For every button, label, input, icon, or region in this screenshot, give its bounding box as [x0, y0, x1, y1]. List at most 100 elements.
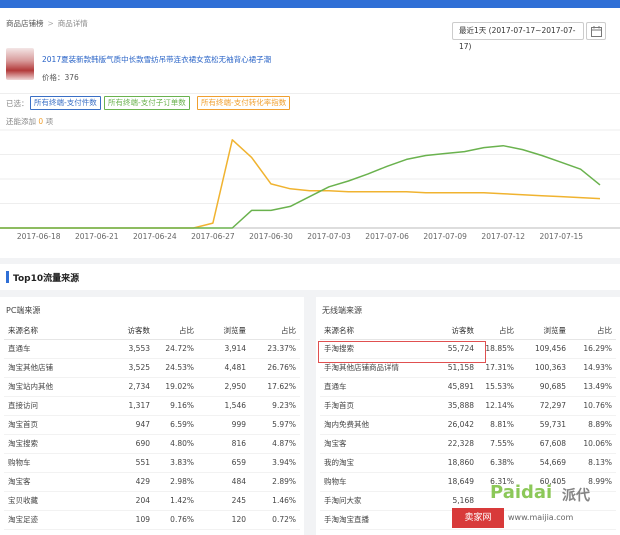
cell-source-name[interactable]: 淘宝首页 [4, 415, 104, 435]
cell-pageview-share: 10.06% [570, 434, 616, 454]
cell-pageviews: 659 [198, 453, 250, 473]
cell-visitors: 45,891 [430, 377, 478, 397]
cell-source-name[interactable]: 手淘淘宝直播 [320, 510, 430, 530]
cell-pageview-share: 3.94% [250, 453, 300, 473]
cell-pageview-share: 13.49% [570, 377, 616, 397]
mobile-panel-title: 无线端来源 [322, 306, 362, 315]
table-row[interactable]: 手淘首页 35,888 12.14% 72,297 10.76% [320, 396, 616, 416]
series-line-1[interactable] [0, 144, 601, 229]
pc-sources-table: 来源名称 访客数 占比 浏览量 占比 直通车 3,553 24.72% 3,914 23… [4, 323, 300, 530]
table-row[interactable]: 直通车 3,553 24.72% 3,914 23.37% [4, 339, 300, 359]
cell-pageview-share: 9.23% [250, 396, 300, 416]
col-visitors[interactable]: 访客数 [104, 323, 154, 340]
cell-visitors: 429 [104, 472, 154, 492]
table-row[interactable]: 直接访问 1,317 9.16% 1,546 9.23% [4, 396, 300, 416]
cell-pageview-share: 23.37% [250, 339, 300, 359]
metric-tag-pay-suborders[interactable]: 所有终端-支付子订单数 [104, 96, 190, 110]
col-visitor-share[interactable]: 占比 [154, 323, 198, 340]
cell-source-name[interactable]: 直接访问 [4, 396, 104, 416]
cell-visitor-share: 6.38% [478, 453, 518, 473]
cell-pageviews: 72,297 [518, 396, 570, 416]
product-thumbnail[interactable] [6, 48, 34, 80]
table-row[interactable]: 淘宝足迹 109 0.76% 120 0.72% [4, 510, 300, 530]
cell-source-name[interactable]: 淘宝客 [320, 434, 430, 454]
cell-visitor-share: 7.55% [478, 434, 518, 454]
cell-source-name[interactable]: 购物车 [320, 472, 430, 492]
col-pageview-share[interactable]: 占比 [570, 323, 616, 340]
cell-source-name[interactable]: 淘宝客 [4, 472, 104, 492]
metric-tag-pay-items[interactable]: 所有终端-支付件数 [30, 96, 101, 110]
table-row[interactable]: 淘宝搜索 690 4.80% 816 4.87% [4, 434, 300, 454]
cell-pageview-share: 14.93% [570, 358, 616, 378]
col-visitors[interactable]: 访客数 [430, 323, 478, 340]
table-row[interactable]: 我的淘宝 18,860 6.38% 54,669 8.13% [320, 453, 616, 473]
x-tick-label: 2017-06-21 [75, 232, 119, 241]
breadcrumb-root-link[interactable]: 商品店铺榜 [6, 19, 44, 28]
cell-source-name[interactable]: 手淘问大家 [320, 491, 430, 511]
cell-visitor-share: 15.53% [478, 377, 518, 397]
breadcrumb: 商品店铺榜 > 商品详情 [6, 18, 88, 29]
cell-visitor-share: 19.02% [154, 377, 198, 397]
divider [0, 93, 620, 94]
col-pageview-share[interactable]: 占比 [250, 323, 300, 340]
cell-source-name[interactable]: 淘宝其他店铺 [4, 358, 104, 378]
trend-chart: 2017-06-18 2017-06-21 2017-06-24 2017-06-27… [0, 129, 620, 241]
table-header-row: 来源名称 访客数 占比 浏览量 占比 [320, 323, 616, 340]
cell-visitors: 690 [104, 434, 154, 454]
cell-pageview-share: 16.29% [570, 339, 616, 359]
cell-pageviews: 4,481 [198, 358, 250, 378]
table-row[interactable]: 淘宝客 429 2.98% 484 2.89% [4, 472, 300, 492]
cell-source-name[interactable]: 手淘首页 [320, 396, 430, 416]
cell-visitor-share: 12.14% [478, 396, 518, 416]
cell-visitor-share: 24.72% [154, 339, 198, 359]
cell-visitor-share: 1.42% [154, 491, 198, 511]
cell-source-name[interactable]: 直通车 [4, 339, 104, 359]
table-row[interactable]: 淘宝其他店铺 3,525 24.53% 4,481 26.76% [4, 358, 300, 378]
cell-source-name[interactable]: 直通车 [320, 377, 430, 397]
watermark-brand-cn: 派代 [562, 488, 590, 504]
cell-source-name[interactable]: 淘宝搜索 [4, 434, 104, 454]
cell-source-name[interactable]: 淘宝站内其他 [4, 377, 104, 397]
product-title-link[interactable]: 2017夏装新款韩版气质中长款雪纺吊带连衣裙女宽松无袖背心裙子潮 [42, 54, 271, 65]
cell-source-name[interactable]: 宝贝收藏 [4, 491, 104, 511]
col-source-name: 来源名称 [320, 323, 430, 340]
table-row[interactable]: 淘宝首页 947 6.59% 999 5.97% [4, 415, 300, 435]
breadcrumb-current: 商品详情 [57, 19, 88, 28]
cell-visitor-share: 3.83% [154, 453, 198, 473]
series-line-0[interactable] [0, 139, 601, 229]
table-row[interactable]: 淘宝客 22,328 7.55% 67,608 10.06% [320, 434, 616, 454]
col-visitor-share[interactable]: 占比 [478, 323, 518, 340]
x-tick-label: 2017-07-03 [307, 232, 351, 241]
cell-pageviews: 484 [198, 472, 250, 492]
cell-pageviews: 999 [198, 415, 250, 435]
col-pageviews[interactable]: 浏览量 [518, 323, 570, 340]
cell-source-name[interactable]: 我的淘宝 [320, 453, 430, 473]
cell-pageviews: 90,685 [518, 377, 570, 397]
calendar-button[interactable] [586, 22, 606, 40]
cell-pageviews: 54,669 [518, 453, 570, 473]
table-row[interactable]: 淘宝站内其他 2,734 19.02% 2,950 17.62% [4, 377, 300, 397]
metric-tag-conversion-index[interactable]: 所有终端-支付转化率指数 [197, 96, 291, 110]
table-row[interactable]: 购物车 551 3.83% 659 3.94% [4, 453, 300, 473]
cell-source-name[interactable]: 淘内免费其他 [320, 415, 430, 435]
table-row[interactable]: 直通车 45,891 15.53% 90,685 13.49% [320, 377, 616, 397]
pc-panel-title: PC端来源 [6, 306, 41, 315]
cell-visitors: 1,317 [104, 396, 154, 416]
col-pageviews[interactable]: 浏览量 [198, 323, 250, 340]
cell-pageviews: 109,456 [518, 339, 570, 359]
table-row[interactable]: 宝贝收藏 204 1.42% 245 1.46% [4, 491, 300, 511]
table-row[interactable]: 淘内免费其他 26,042 8.81% 59,731 8.89% [320, 415, 616, 435]
cell-visitors: 35,888 [430, 396, 478, 416]
date-range-select[interactable]: 最近1天 (2017-07-17~2017-07-17) [452, 22, 584, 51]
cell-visitors: 551 [104, 453, 154, 473]
cell-source-name[interactable]: 购物车 [4, 453, 104, 473]
x-tick-label: 2017-06-27 [191, 232, 235, 241]
cell-pageview-share: 0.72% [250, 510, 300, 530]
cell-visitor-share: 4.80% [154, 434, 198, 454]
cell-visitor-share: 8.81% [478, 415, 518, 435]
cell-pageviews: 100,363 [518, 358, 570, 378]
cell-visitors: 109 [104, 510, 154, 530]
cell-visitor-share: 2.98% [154, 472, 198, 492]
cell-source-name[interactable]: 淘宝足迹 [4, 510, 104, 530]
watermark-badge: 卖家网 [452, 508, 504, 528]
